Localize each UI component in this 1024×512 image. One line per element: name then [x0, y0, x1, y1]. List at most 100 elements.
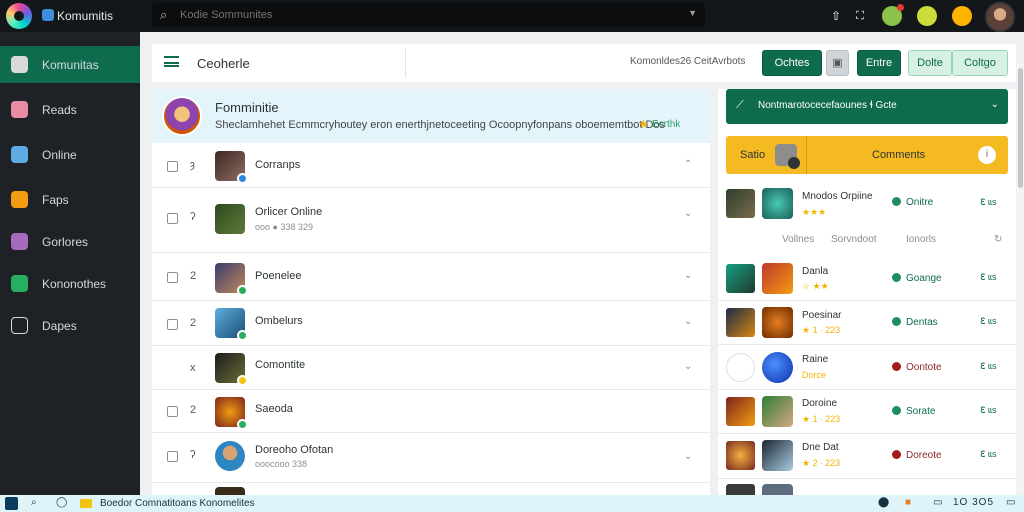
- community-icon: [11, 56, 28, 73]
- chevron-down-icon[interactable]: ⌄: [684, 270, 692, 281]
- toolbar-meta: Komonldes26 CeitAvrbots: [630, 56, 746, 67]
- row-checkbox[interactable]: [167, 451, 178, 462]
- member-thumbnail: [726, 308, 755, 337]
- member-avatar: [762, 396, 793, 427]
- scrollbar[interactable]: [1017, 64, 1024, 495]
- emoji-icon[interactable]: [952, 6, 972, 26]
- gorlores-icon: [11, 233, 28, 250]
- member-row[interactable]: [718, 479, 1016, 495]
- search-icon[interactable]: ⌕: [31, 497, 37, 508]
- tray-icon[interactable]: ▭: [933, 497, 942, 508]
- start-icon[interactable]: [5, 497, 18, 510]
- list-item[interactable]: 2 Poenelee ⌄: [152, 253, 710, 301]
- member-name: Mnodos Orpiine: [802, 191, 873, 202]
- list-item[interactable]: 2 Saeoda: [152, 390, 710, 433]
- panel-header-title: Nontmarotocecefaounes ɬ Gcte: [758, 100, 897, 111]
- row-checkbox[interactable]: [167, 213, 178, 224]
- member-action[interactable]: ℇ ɩɩs: [980, 449, 997, 460]
- image-button[interactable]: ▣: [826, 50, 849, 76]
- sidebar: Komunitas Reads Online Faps Gorlores Kon…: [0, 32, 140, 495]
- tray-icon[interactable]: ⬤: [878, 497, 889, 508]
- chevron-down-icon[interactable]: ▼: [688, 8, 697, 18]
- sidebar-item-online[interactable]: Online: [0, 136, 140, 173]
- app-badge-icon: [42, 9, 54, 21]
- status-badge: Onitre: [892, 197, 933, 208]
- sidebar-item-faps[interactable]: Faps: [0, 181, 140, 218]
- folder-icon[interactable]: [80, 499, 92, 508]
- info-icon[interactable]: ⅰ: [978, 146, 996, 164]
- dolte-button[interactable]: Dolte: [908, 50, 952, 76]
- list-item[interactable]: x Comontite ⌄: [152, 346, 710, 390]
- chevron-down-icon[interactable]: ⌄: [684, 451, 692, 462]
- row-checkbox[interactable]: [167, 161, 178, 172]
- entre-button[interactable]: Entre: [857, 50, 901, 76]
- chevron-down-icon[interactable]: ⌄: [991, 99, 999, 110]
- member-action[interactable]: ℇ ɩɩs: [980, 316, 997, 327]
- grid-icon[interactable]: ⛶: [850, 6, 870, 26]
- row-checkbox[interactable]: [167, 272, 178, 283]
- search-icon: ⌕: [160, 7, 168, 22]
- coin-icon[interactable]: [917, 6, 937, 26]
- subbar-item[interactable]: Ionorls: [906, 234, 936, 245]
- row-checkbox[interactable]: [167, 406, 178, 417]
- list-item[interactable]: ȝ Corranps ⌃: [152, 143, 710, 188]
- member-row[interactable]: Dne Dat ★ 2 ∙ 223 Doreote ℇ ɩɩs: [718, 434, 1016, 479]
- gift-icon[interactable]: [882, 4, 904, 26]
- member-action[interactable]: ℇ ɩɩs: [980, 361, 997, 372]
- status-badge: Doreote: [892, 450, 942, 461]
- chat-icon[interactable]: ◯: [56, 497, 67, 508]
- taskbar-text: Boedor Comnatitoans Konomelites: [100, 498, 255, 509]
- sidebar-item-reads[interactable]: Reads: [0, 91, 140, 128]
- member-row[interactable]: Mnodos Orpiine ★★★ Onitre ℇ ɩɩs: [718, 185, 1016, 228]
- status-dot: [892, 362, 901, 371]
- subbar-item[interactable]: Vollnes: [782, 234, 814, 245]
- subbar-item[interactable]: Sorvndoot: [831, 234, 877, 245]
- tray-icon[interactable]: ▭: [1006, 497, 1015, 508]
- chevron-down-icon[interactable]: ⌄: [684, 208, 692, 219]
- member-thumbnail: [726, 397, 755, 426]
- chevron-down-icon[interactable]: ⌄: [684, 316, 692, 327]
- chevron-down-icon[interactable]: ⌄: [684, 361, 692, 372]
- tab-comments[interactable]: Comments ⅰ: [807, 136, 1008, 174]
- status-dot: [237, 285, 248, 296]
- member-action[interactable]: ℇ ɩɩs: [980, 272, 997, 283]
- panel-subbar: Vollnes Sorvndoot Ionorls ↻: [718, 228, 1016, 252]
- panel-splitter[interactable]: [710, 89, 718, 495]
- list-item[interactable]: ʔ Doreoho Ofotan ooocooo 338 ⌄: [152, 433, 710, 483]
- member-avatar: [762, 188, 793, 219]
- member-row[interactable]: Poesinar ★ 1 ∙ 223 Dentas ℇ ɩɩs: [718, 301, 1016, 345]
- list-item[interactable]: [152, 483, 710, 495]
- kononothes-icon: [11, 275, 28, 292]
- menu-icon[interactable]: [164, 56, 179, 67]
- chevron-up-icon[interactable]: ⌃: [684, 159, 692, 170]
- sidebar-item-komunitas[interactable]: Komunitas: [0, 46, 140, 83]
- panel-header[interactable]: ⟋ Nontmarotocecefaounes ɬ Gcte ⌄: [726, 89, 1008, 124]
- list-item[interactable]: 2 Ombelurs ⌄: [152, 301, 710, 346]
- member-row[interactable]: Raine Dorce Oontote ℇ ɩɩs: [718, 345, 1016, 390]
- scrollbar-thumb[interactable]: [1018, 68, 1023, 188]
- search-input[interactable]: [180, 7, 660, 23]
- refresh-icon[interactable]: ↻: [994, 234, 1002, 245]
- member-action[interactable]: ℇ ɩɩs: [980, 197, 997, 208]
- ochtes-button[interactable]: Ochtes: [762, 50, 822, 76]
- sidebar-item-kononothes[interactable]: Kononothes: [0, 265, 140, 302]
- notification-icon[interactable]: ⇧: [826, 6, 846, 26]
- coltgo-button[interactable]: Coltgo: [952, 50, 1008, 76]
- status-badge: Oontote: [892, 362, 942, 373]
- row-checkbox[interactable]: [167, 363, 178, 374]
- member-action[interactable]: ℇ ɩɩs: [980, 405, 997, 416]
- avatar: [215, 263, 248, 296]
- sidebar-item-dapes[interactable]: Dapes: [0, 307, 140, 344]
- user-avatar[interactable]: [985, 2, 1015, 32]
- sidebar-item-gorlores[interactable]: Gorlores: [0, 223, 140, 260]
- member-row[interactable]: Danla ☆ ★★ Goange ℇ ɩɩs: [718, 257, 1016, 301]
- list-item[interactable]: ʔ Orlicer Online ooo ● 338 329 ⌄: [152, 188, 710, 253]
- row-checkbox[interactable]: [167, 319, 178, 330]
- dapes-icon: [11, 317, 28, 334]
- tray-icon[interactable]: ■: [905, 497, 911, 508]
- sidebar-item-label: Online: [42, 148, 77, 162]
- tab-satio[interactable]: Satio: [726, 136, 807, 174]
- search-box[interactable]: ⌕ ▼: [152, 3, 705, 27]
- member-row[interactable]: Doroine ★ 1 ∙ 223 Sorate ℇ ɩɩs: [718, 390, 1016, 434]
- feature-card[interactable]: Fomminitie Sheclamhehet Ecmmcryhoutey er…: [152, 89, 710, 143]
